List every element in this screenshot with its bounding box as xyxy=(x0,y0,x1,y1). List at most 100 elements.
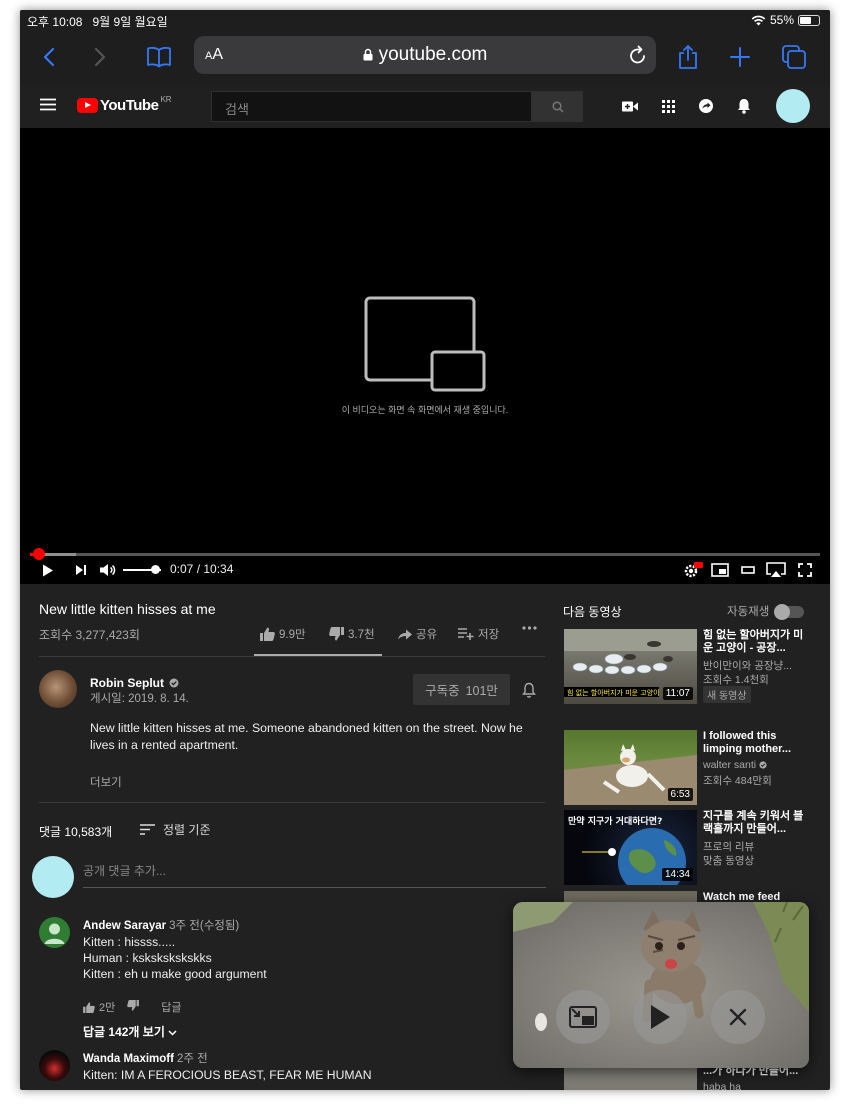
theater-mode-button[interactable] xyxy=(738,561,758,579)
back-button[interactable] xyxy=(32,40,66,74)
apps-button[interactable] xyxy=(658,96,678,116)
playlist-add-icon xyxy=(458,628,474,640)
settings-button[interactable] xyxy=(683,561,703,579)
comment-dislike-button[interactable] xyxy=(127,1000,140,1014)
video-player[interactable]: 이 비디오는 화면 속 화면에서 재생 중입니다. 0:07 / 10:34 xyxy=(20,128,830,584)
play-button[interactable] xyxy=(40,561,56,579)
share-video-button[interactable]: 공유 xyxy=(398,626,437,642)
mute-button[interactable] xyxy=(99,561,117,579)
toggle-knob xyxy=(774,604,790,620)
create-video-button[interactable] xyxy=(620,96,640,116)
save-label: 저장 xyxy=(478,629,500,641)
share-arrow-bubble-icon xyxy=(699,99,713,113)
url-display[interactable]: youtube.com xyxy=(194,44,656,66)
channel-name[interactable]: 프로의 리뷰 xyxy=(703,839,813,854)
safari-toolbar: AA youtube.com xyxy=(20,32,830,84)
channel-name-text: walter santi xyxy=(703,759,757,771)
fullscreen-button[interactable] xyxy=(795,561,815,579)
video-views: 조회수 484만회 xyxy=(703,775,772,787)
messages-button[interactable] xyxy=(696,96,716,116)
subscribe-label: 구독중 xyxy=(425,684,460,698)
progress-bar[interactable] xyxy=(30,548,820,560)
hamburger-icon xyxy=(40,98,56,111)
miniplayer-button[interactable] xyxy=(710,561,730,579)
pip-restore-icon xyxy=(569,1006,597,1028)
video-title[interactable]: 힘 없는 할아버지가 미운 고양이 - 공장... xyxy=(703,629,813,655)
reload-button[interactable] xyxy=(628,44,648,71)
close-icon xyxy=(729,1008,747,1026)
view-replies-button[interactable]: 답글 142개 보기 xyxy=(83,1023,177,1040)
subscribe-button[interactable]: 구독중 101만 xyxy=(413,674,510,705)
youtube-masthead: YouTube KR 검색 xyxy=(20,84,830,128)
search-button[interactable] xyxy=(532,91,583,122)
scrubber-handle[interactable] xyxy=(32,548,45,560)
channel-name[interactable]: 반이만이와 공장냥... xyxy=(703,658,813,673)
autoplay-label: 자동재생 xyxy=(727,606,770,618)
video-thumbnail[interactable]: 힘 없는 할아버지가 미운 고양이 11:07 xyxy=(564,629,697,704)
sort-label: 정렬 기준 xyxy=(163,823,211,837)
subscription-bell-button[interactable] xyxy=(522,682,536,703)
airplay-icon xyxy=(766,562,786,577)
new-tab-button[interactable] xyxy=(723,40,757,74)
comment-avatar[interactable] xyxy=(39,917,70,948)
channel-name-text: Robin Seplut xyxy=(90,676,164,690)
dislike-count: 3.7천 xyxy=(348,629,375,641)
dislike-button[interactable]: 3.7천 xyxy=(329,626,375,642)
notifications-button[interactable] xyxy=(734,96,754,116)
pip-message: 이 비디오는 화면 속 화면에서 재생 중입니다. xyxy=(341,405,509,415)
bookmarks-button[interactable] xyxy=(142,40,176,74)
account-avatar[interactable] xyxy=(776,89,810,123)
channel-avatar[interactable] xyxy=(39,670,77,708)
guide-menu-button[interactable] xyxy=(40,98,56,116)
address-bar[interactable]: AA youtube.com xyxy=(194,36,656,74)
apps-grid-icon xyxy=(661,99,675,113)
save-video-button[interactable]: 저장 xyxy=(458,626,499,642)
fullscreen-icon xyxy=(798,563,812,577)
channel-name[interactable]: haba ha xyxy=(703,1081,813,1090)
youtube-logo[interactable]: YouTube KR xyxy=(77,95,172,114)
recommended-video[interactable]: 6:53 I followed this limping mother... w… xyxy=(564,730,814,805)
comment-author[interactable]: Wanda Maximoff 2주 전 xyxy=(83,1050,208,1066)
forward-button[interactable] xyxy=(83,40,117,74)
more-actions-button[interactable] xyxy=(522,626,537,630)
reply-button[interactable]: 답글 xyxy=(161,999,181,1015)
comment-author[interactable]: Andew Sarayar 3주 전(수정됨) xyxy=(83,917,239,933)
thumbs-up-icon xyxy=(83,1001,95,1013)
share-button[interactable] xyxy=(671,40,705,74)
comment-text: Kitten: IM A FEROCIOUS BEAST, FEAR ME HU… xyxy=(83,1068,372,1082)
comment-like-button[interactable]: 2만 xyxy=(83,999,115,1015)
battery-percent: 55% xyxy=(769,13,794,27)
recommended-video[interactable]: 만약 지구가 거대하다면? 14:34 지구를 계속 키워서 블랙홀까지 만들어… xyxy=(564,810,814,885)
tabs-button[interactable] xyxy=(777,40,811,74)
pip-return-button[interactable] xyxy=(556,990,610,1044)
airplay-button[interactable] xyxy=(765,561,787,579)
svg-text:힘 없는 할아버지가 미운 고양이: 힘 없는 할아버지가 미운 고양이 xyxy=(567,688,660,697)
video-title[interactable]: 지구를 계속 키워서 블랙홀까지 만들어... xyxy=(703,810,813,836)
pip-window[interactable] xyxy=(513,902,809,1068)
show-more-button[interactable]: 더보기 xyxy=(90,774,122,790)
video-thumbnail[interactable] xyxy=(564,1065,697,1090)
video-title[interactable]: I followed this limping mother... xyxy=(703,730,813,756)
video-thumbnail[interactable]: 6:53 xyxy=(564,730,697,805)
channel-name[interactable]: walter santi xyxy=(703,759,813,771)
volume-handle[interactable] xyxy=(151,565,161,574)
pip-play-button[interactable] xyxy=(633,990,687,1044)
share-icon xyxy=(679,45,697,69)
autoplay-toggle[interactable] xyxy=(774,604,804,620)
channel-name[interactable]: Robin Seplut xyxy=(90,676,179,690)
search-input[interactable]: 검색 xyxy=(211,91,532,122)
like-button[interactable]: 9.9만 xyxy=(260,626,306,642)
sort-comments-button[interactable]: 정렬 기준 xyxy=(140,821,211,838)
verified-icon xyxy=(169,678,179,688)
add-comment-input[interactable]: 공개 댓글 추가... xyxy=(83,862,546,888)
video-thumbnail[interactable]: 만약 지구가 거대하다면? 14:34 xyxy=(564,810,697,885)
battery-fill xyxy=(800,16,811,24)
pip-close-button[interactable] xyxy=(711,990,765,1044)
theater-mode-icon xyxy=(741,566,755,574)
recommended-video[interactable]: 힘 없는 할아버지가 미운 고양이 11:07 힘 없는 할아버지가 미운 고양… xyxy=(564,629,814,704)
reload-icon xyxy=(630,45,645,64)
video-camera-icon xyxy=(622,101,638,111)
next-button[interactable] xyxy=(73,561,89,579)
comment-avatar[interactable] xyxy=(39,1050,70,1081)
recommended-video[interactable]: ...가 하다가 만들어... haba ha xyxy=(564,1065,814,1090)
